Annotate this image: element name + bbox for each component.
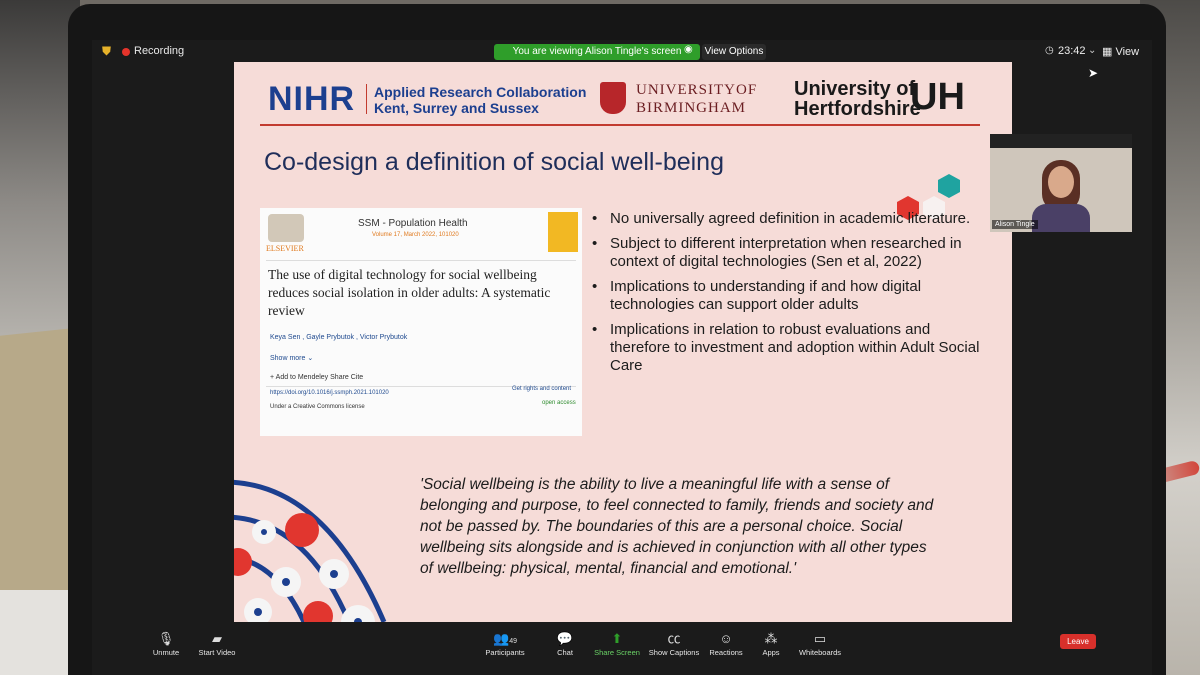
doi-link: https://doi.org/10.1016/j.ssmph.2021.101… — [270, 390, 389, 396]
decorative-circles — [234, 479, 387, 622]
article-authors: Keya Sen , Gayle Prybutok , Victor Prybu… — [270, 334, 408, 341]
article-actions: + Add to Mendeley Share Cite — [270, 374, 364, 381]
participant-body — [1032, 204, 1090, 232]
top-bar: ⛊ Recording You are viewing Alison Tingl… — [92, 40, 1152, 80]
leave-button[interactable]: Leave — [1060, 634, 1096, 649]
whiteboards-button[interactable]: ▭ Whiteboards — [798, 630, 842, 657]
meeting-toolbar: 🎙 Unmute ▰ Start Video 👥49 Participants … — [92, 630, 1152, 675]
unmute-button[interactable]: 🎙 Unmute — [144, 630, 188, 657]
participant-video-tile[interactable]: Alison Tingle — [990, 148, 1132, 232]
zoom-window: ⛊ Recording You are viewing Alison Tingl… — [92, 40, 1152, 675]
show-more-link[interactable]: Show more ⌄ — [270, 354, 313, 362]
arc-line-2: Kent, Surrey and Sussex — [374, 100, 539, 116]
list-item: Subject to different interpretation when… — [592, 235, 992, 271]
license-text: Under a Creative Commons license — [270, 404, 365, 410]
card-divider — [266, 260, 576, 261]
chat-button[interactable]: 💬 Chat — [548, 630, 582, 657]
uh-logo-mark: UH — [910, 76, 965, 118]
journal-cover-icon — [548, 212, 578, 252]
elsevier-tree-icon — [268, 214, 304, 242]
participant-name: Alison Tingle — [992, 220, 1038, 229]
show-captions-label: Show Captions — [648, 648, 700, 657]
reactions-button[interactable]: ☺ Reactions — [706, 630, 746, 657]
whiteboards-label: Whiteboards — [798, 648, 842, 657]
share-screen-icon: ⬆ — [611, 631, 623, 646]
whiteboard-icon: ▭ — [813, 631, 827, 646]
viewing-banner: You are viewing Alison Tingle's screen — [494, 44, 700, 60]
chevron-down-icon[interactable]: ⌄ — [1088, 45, 1096, 56]
participant-face — [1048, 166, 1074, 198]
reactions-label: Reactions — [709, 648, 743, 657]
video-view-controls[interactable] — [990, 134, 1132, 148]
recording-dot-icon — [122, 48, 130, 56]
teal-hexagon — [938, 174, 960, 198]
slide-title: Co-design a definition of social well-be… — [264, 148, 724, 176]
rights-link: Get rights and content — [512, 386, 572, 392]
clock-icon: ◷ — [1045, 45, 1054, 56]
shield-icon[interactable]: ⛊ — [102, 44, 111, 59]
apps-label: Apps — [762, 648, 780, 657]
arc-line-1: Applied Research Collaboration — [374, 84, 587, 100]
list-item: Implications to understanding if and how… — [592, 278, 992, 314]
apps-icon: ⁂ — [764, 631, 778, 646]
uoh-line-2: Hertfordshire — [794, 98, 921, 120]
article-card: ELSEVIER SSM - Population Health Volume … — [260, 208, 582, 436]
uob-line-2: BIRMINGHAM — [636, 100, 747, 116]
mouse-cursor-icon: ➤ — [1088, 66, 1099, 80]
participants-button[interactable]: 👥49 Participants — [480, 630, 530, 657]
show-more-label: Show more — [270, 355, 306, 362]
list-item: Implications in relation to robust evalu… — [592, 321, 992, 375]
captions-icon: ㏄ — [667, 631, 681, 646]
chat-label: Chat — [557, 648, 573, 657]
unmute-label: Unmute — [152, 648, 180, 657]
bullet-list: No universally agreed definition in acad… — [592, 210, 992, 382]
video-off-icon: ▰ — [212, 631, 222, 646]
eye-icon: ◉ — [684, 44, 693, 55]
nihr-logo: NIHR — [268, 80, 356, 118]
journal-volume: Volume 17, March 2022, 101020 — [372, 232, 459, 238]
participants-count: 49 — [509, 638, 517, 645]
show-captions-button[interactable]: ㏄ Show Captions — [646, 630, 702, 657]
chat-icon: 💬 — [556, 631, 574, 646]
open-access-badge: open access — [542, 400, 576, 406]
share-screen-label: Share Screen — [594, 648, 640, 657]
shared-slide: NIHR Applied Research Collaboration Kent… — [234, 62, 1012, 622]
definition-quote: 'Social wellbeing is the ability to live… — [420, 476, 934, 577]
start-video-button[interactable]: ▰ Start Video — [192, 630, 242, 657]
birmingham-crest-icon — [600, 82, 626, 114]
recording-label: Recording — [134, 45, 185, 57]
view-label: View — [1115, 46, 1140, 58]
logo-divider — [366, 84, 367, 114]
microphone-muted-icon: 🎙 — [157, 631, 175, 646]
reactions-icon: ☺ — [719, 631, 733, 646]
header-rule — [260, 124, 980, 126]
journal-name: SSM - Population Health — [358, 218, 468, 229]
view-options-label: View Options — [704, 46, 764, 57]
publisher-name: ELSEVIER — [266, 244, 304, 253]
start-video-label: Start Video — [198, 648, 236, 657]
participants-label: Participants — [485, 648, 525, 657]
share-screen-button[interactable]: ⬆ Share Screen — [592, 630, 642, 657]
list-item: No universally agreed definition in acad… — [592, 210, 992, 228]
meeting-clock: 23:42 — [1058, 45, 1086, 57]
view-options-button[interactable]: View Options ⌄ — [702, 44, 766, 73]
article-title: The use of digital technology for social… — [268, 267, 551, 318]
uob-line-1: UNIVERSITYOF — [636, 82, 758, 98]
participants-icon: 👥49 — [493, 631, 517, 646]
logo-row: NIHR Applied Research Collaboration Kent… — [234, 62, 1012, 126]
apps-button[interactable]: ⁂ Apps — [756, 630, 786, 657]
view-button[interactable]: ▦ View — [1102, 45, 1139, 58]
